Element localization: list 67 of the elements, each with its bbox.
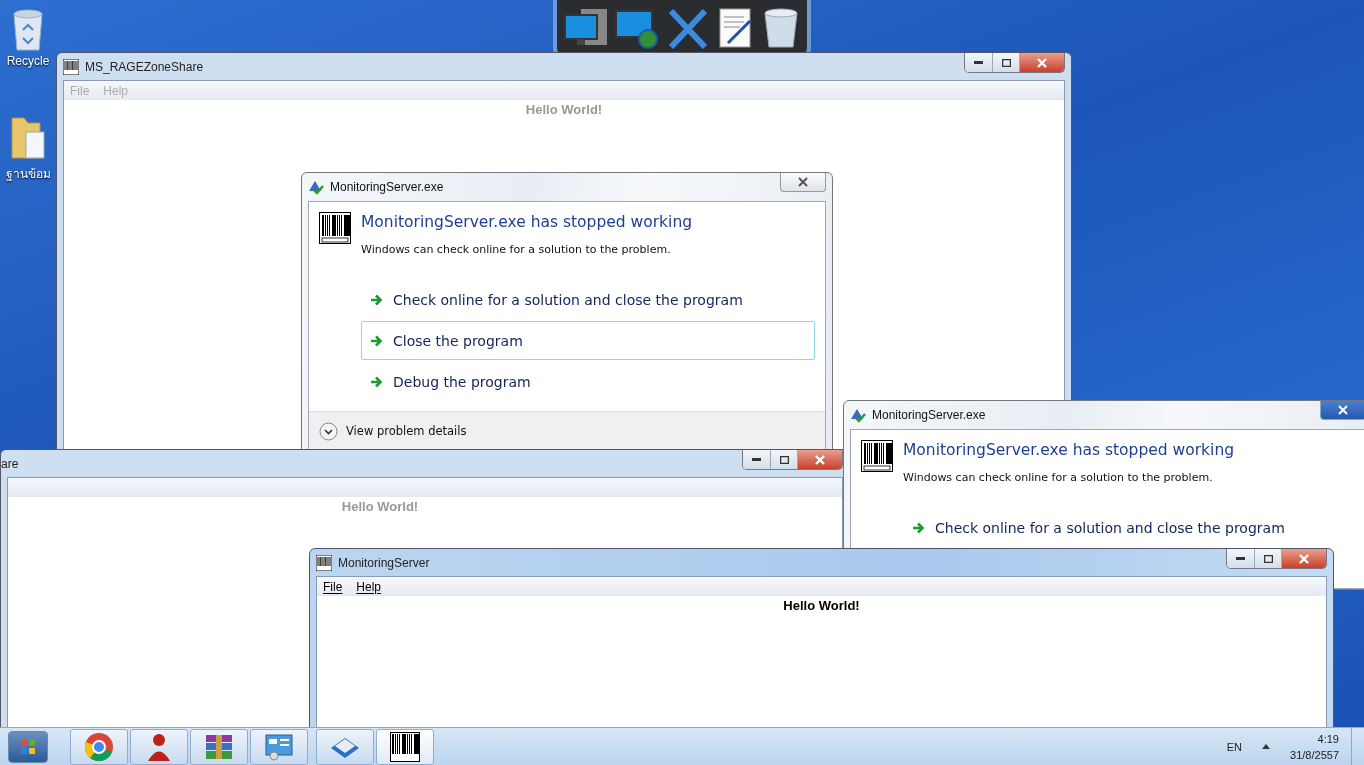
close-icon bbox=[1037, 57, 1047, 68]
close-icon bbox=[1338, 405, 1348, 415]
error-heading: MonitoringServer.exe has stopped working bbox=[361, 213, 693, 231]
folder-icon[interactable] bbox=[10, 114, 46, 162]
language-indicator[interactable]: EN bbox=[1226, 740, 1243, 753]
network-monitor-icon[interactable] bbox=[614, 7, 661, 49]
window-title: MonitoringServer bbox=[338, 555, 430, 570]
maximize-icon bbox=[1263, 554, 1273, 563]
minimize-icon bbox=[1236, 556, 1245, 561]
barcode-icon bbox=[316, 554, 332, 571]
close-button[interactable] bbox=[797, 450, 842, 469]
error-message: Windows can check online for a solution to the problem. bbox=[361, 243, 672, 256]
clock-date[interactable]: 31/8/2557 bbox=[1290, 746, 1339, 763]
barcode-icon bbox=[861, 440, 893, 472]
close-icon bbox=[1299, 553, 1309, 564]
minimize-button[interactable] bbox=[743, 450, 770, 469]
command-link[interactable]: Check online for a solution and close the program bbox=[361, 280, 815, 319]
person-icon bbox=[146, 731, 172, 762]
menu-item[interactable]: Help bbox=[356, 579, 382, 594]
maximize-icon bbox=[779, 455, 789, 464]
desktop-icon-label[interactable]: ฐานข้อม bbox=[5, 164, 51, 183]
maximize-icon bbox=[1001, 58, 1011, 67]
command-link[interactable]: Debug the program bbox=[361, 362, 815, 401]
window-title: MS_RAGEZoneShare bbox=[85, 59, 204, 74]
stacked-books-icon bbox=[204, 732, 234, 761]
close-icon bbox=[815, 454, 825, 465]
close-icon bbox=[798, 177, 808, 187]
dialog-title: MonitoringServer.exe bbox=[330, 180, 444, 194]
close-button[interactable] bbox=[1281, 549, 1326, 568]
dialog-title: MonitoringServer.exe bbox=[872, 408, 986, 422]
body-text: Hello World! bbox=[783, 598, 860, 613]
menu-item[interactable]: File bbox=[323, 579, 343, 594]
minimize-icon bbox=[974, 60, 983, 65]
control-panel-icon bbox=[264, 732, 294, 761]
error-message: Windows can check online for a solution to the problem. bbox=[903, 471, 1214, 484]
arrow-right-icon bbox=[370, 293, 383, 306]
browser-icon bbox=[84, 731, 114, 762]
maximize-button[interactable] bbox=[770, 450, 797, 469]
body-text: Hello World! bbox=[341, 499, 419, 514]
close-button[interactable] bbox=[780, 173, 826, 192]
arrow-right-icon bbox=[912, 521, 925, 534]
maximize-button[interactable] bbox=[992, 53, 1019, 72]
maximize-button[interactable] bbox=[1254, 549, 1281, 568]
start-button[interactable] bbox=[8, 730, 48, 763]
taskbar-button[interactable] bbox=[376, 728, 434, 765]
barcode-icon bbox=[390, 731, 420, 762]
recycle-bin-icon[interactable] bbox=[11, 8, 45, 52]
body-text: Hello World! bbox=[525, 102, 603, 117]
close-button[interactable] bbox=[1320, 401, 1364, 420]
view-details-button[interactable]: View problem details bbox=[319, 421, 467, 441]
close-button[interactable] bbox=[1019, 53, 1064, 72]
error-heading: MonitoringServer.exe has stopped working bbox=[903, 441, 1235, 459]
arrow-right-icon bbox=[370, 334, 383, 347]
window-title: are bbox=[1, 456, 19, 471]
minimize-button[interactable] bbox=[1227, 549, 1254, 568]
minimize-button[interactable] bbox=[965, 53, 992, 72]
arrow-right-icon bbox=[370, 375, 383, 388]
minimize-icon bbox=[752, 457, 761, 462]
desktop-icon-label[interactable]: Recycle bbox=[6, 54, 50, 68]
clock-time[interactable]: 4:19 bbox=[1317, 730, 1339, 747]
barcode-icon bbox=[63, 58, 79, 75]
barcode-icon bbox=[319, 212, 351, 244]
windows-logo-icon bbox=[20, 738, 36, 755]
caret-up-icon[interactable] bbox=[1262, 744, 1271, 749]
chevron-down-icon bbox=[319, 421, 338, 441]
command-link[interactable]: Close the program bbox=[361, 321, 815, 360]
command-link[interactable]: Check online for a solution and close the program bbox=[903, 508, 1355, 547]
